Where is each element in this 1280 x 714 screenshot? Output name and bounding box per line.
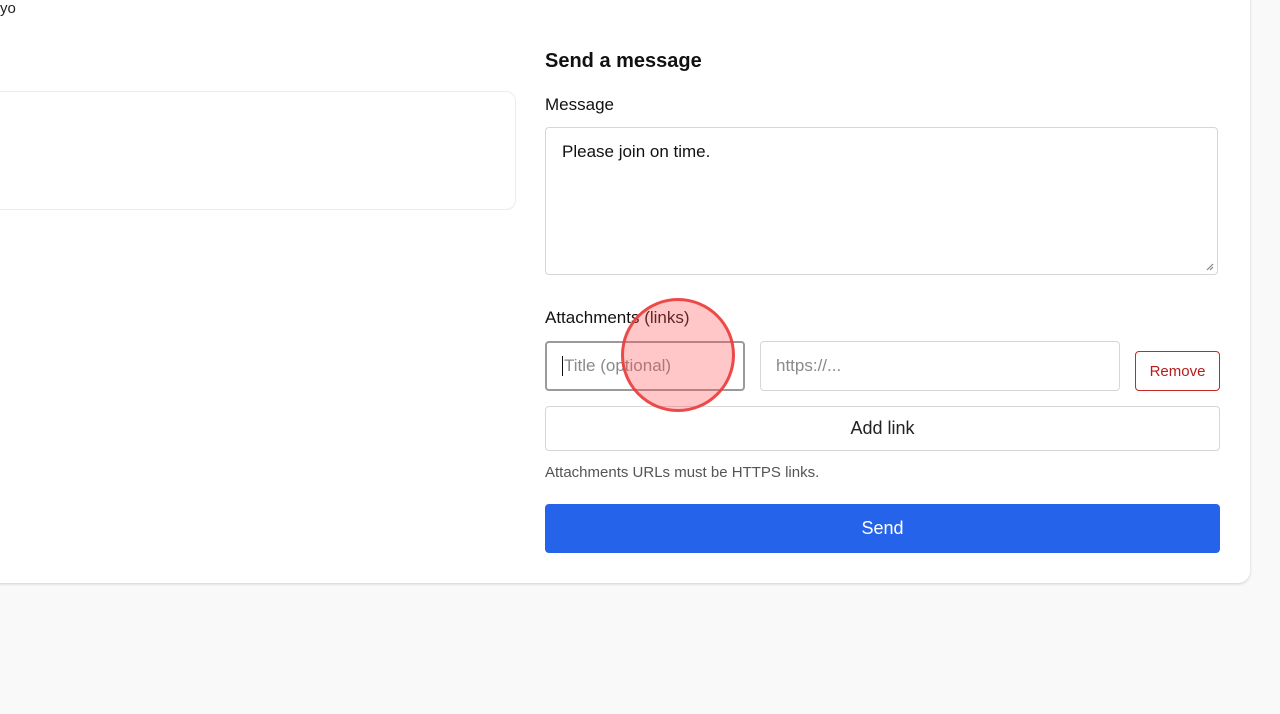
link-title-input[interactable]: Title (optional) — [545, 341, 745, 391]
send-button[interactable]: Send — [545, 504, 1220, 553]
link-title-placeholder: Title (optional) — [564, 356, 672, 375]
add-link-button[interactable]: Add link — [545, 406, 1220, 451]
attachments-label: Attachments (links) — [545, 308, 690, 327]
message-textarea[interactable]: Please join on time. — [545, 127, 1218, 275]
message-label: Message — [545, 95, 614, 114]
text-caret — [562, 356, 563, 376]
section-title: Send a message — [545, 50, 702, 72]
content-card — [0, 0, 1250, 583]
resize-grip-icon[interactable] — [1206, 263, 1214, 271]
top-partial-text: yo — [0, 0, 16, 17]
link-url-placeholder: https://... — [776, 356, 842, 375]
remove-link-button[interactable]: Remove — [1135, 351, 1220, 391]
left-panel — [0, 91, 516, 210]
message-text: Please join on time. — [562, 142, 711, 161]
link-url-input[interactable]: https://... — [760, 341, 1120, 391]
attachments-hint: Attachments URLs must be HTTPS links. — [545, 464, 820, 481]
